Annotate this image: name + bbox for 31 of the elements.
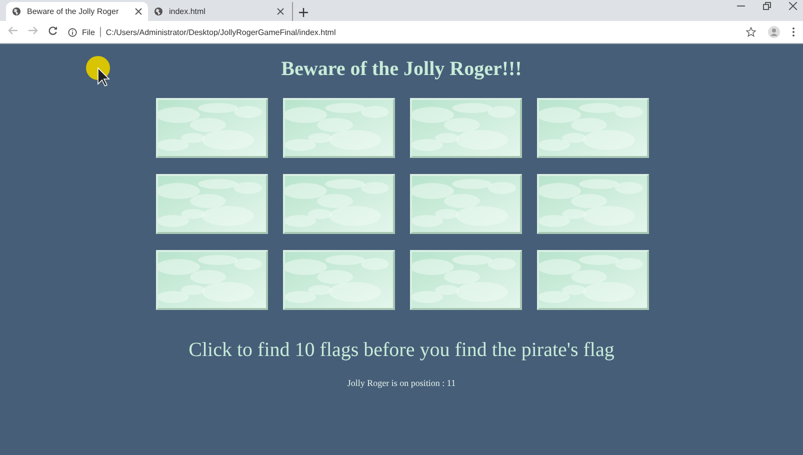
star-icon[interactable]	[746, 27, 756, 37]
card-tile[interactable]	[156, 250, 268, 310]
globe-icon	[154, 7, 163, 16]
page-heading: Beware of the Jolly Roger!!!	[281, 58, 522, 81]
card-tile[interactable]	[537, 174, 649, 234]
instruction-text: Click to find 10 flags before you find the pirate's flag	[188, 339, 614, 362]
browser-tab[interactable]: index.html	[148, 2, 290, 21]
url-text[interactable]: C:/Users/Administrator/Desktop/JollyRogerGameFinal/index.html	[106, 28, 336, 36]
close-icon[interactable]	[789, 2, 797, 10]
card-tile[interactable]	[410, 98, 522, 158]
card-tile[interactable]	[410, 250, 522, 310]
profile-icon[interactable]	[768, 26, 780, 38]
browser-tab[interactable]: Beware of the Jolly Roger	[6, 2, 148, 21]
card-tile[interactable]	[410, 174, 522, 234]
card-tile[interactable]	[283, 174, 395, 234]
globe-icon	[12, 7, 21, 16]
scheme-label: File	[82, 28, 95, 36]
card-tile[interactable]	[156, 98, 268, 158]
close-icon[interactable]	[135, 8, 142, 15]
card-tile[interactable]	[283, 98, 395, 158]
card-tile[interactable]	[156, 174, 268, 234]
card-tile[interactable]	[283, 250, 395, 310]
menu-icon[interactable]	[792, 27, 795, 37]
restore-icon[interactable]	[763, 2, 771, 10]
cursor-icon	[86, 56, 112, 88]
card-tile[interactable]	[537, 98, 649, 158]
info-icon[interactable]	[68, 28, 77, 36]
close-icon[interactable]	[277, 8, 284, 15]
status-text: Jolly Roger is on position : 11	[347, 378, 456, 388]
card-tile[interactable]	[537, 250, 649, 310]
plus-icon[interactable]	[299, 8, 308, 16]
